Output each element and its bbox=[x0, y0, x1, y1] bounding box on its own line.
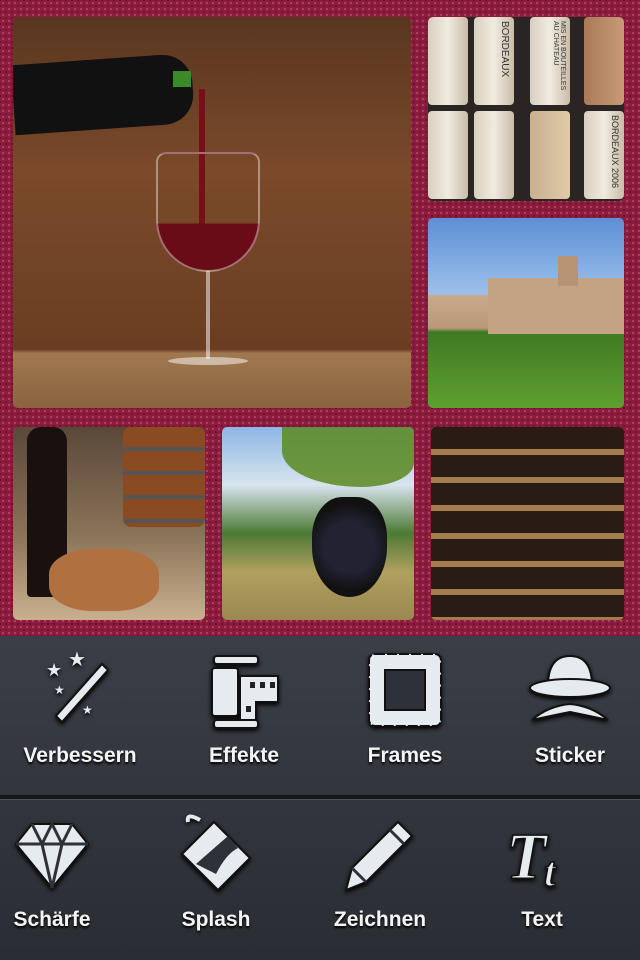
photo-wine-corks[interactable]: BORDEAUX BORDEAUX MIS EN BOUTEILLES AU C… bbox=[428, 17, 624, 201]
chateau-tower bbox=[558, 256, 578, 286]
svg-text:★: ★ bbox=[46, 660, 62, 680]
svg-text:T: T bbox=[506, 820, 549, 893]
schaerfe-button[interactable]: Schärfe bbox=[0, 800, 132, 960]
verbessern-label: Verbessern bbox=[23, 744, 137, 767]
photo-collage: BORDEAUX BORDEAUX MIS EN BOUTEILLES AU C… bbox=[0, 0, 640, 636]
vine-leaves bbox=[282, 427, 414, 487]
photo-wine-pouring[interactable] bbox=[13, 17, 411, 408]
splash-label: Splash bbox=[181, 908, 251, 931]
diamond-icon bbox=[14, 820, 90, 890]
wine-glass bbox=[156, 152, 260, 272]
toolbar-row-2: Schärfe Splash Zeichnen T t Text bbox=[0, 799, 640, 959]
sticker-button[interactable]: Sticker bbox=[490, 636, 640, 796]
frames-label: Frames bbox=[367, 744, 443, 767]
chateau bbox=[488, 278, 624, 334]
svg-text:★: ★ bbox=[82, 703, 93, 717]
text-label: Text bbox=[521, 908, 563, 931]
text-tt-icon: T t bbox=[505, 819, 558, 894]
stamp-frame-icon bbox=[368, 653, 442, 727]
schaerfe-label: Schärfe bbox=[13, 908, 91, 931]
film-roll-icon bbox=[211, 655, 279, 729]
pencil-icon bbox=[344, 820, 414, 892]
zeichnen-button[interactable]: Zeichnen bbox=[300, 800, 460, 960]
photo-wine-cellar[interactable] bbox=[431, 427, 624, 620]
frames-button[interactable]: Frames bbox=[325, 636, 485, 796]
cork-label: BORDEAUX bbox=[474, 17, 514, 105]
barrel bbox=[123, 427, 205, 527]
effekte-label: Effekte bbox=[208, 744, 280, 767]
glass-stem bbox=[206, 271, 210, 359]
cork-label: MIS EN BOUTEILLES AU CHATEAU bbox=[530, 17, 570, 105]
splash-button[interactable]: Splash bbox=[136, 800, 296, 960]
sticker-label: Sticker bbox=[534, 744, 606, 767]
glass-base bbox=[168, 357, 248, 365]
text-button[interactable]: T t Text bbox=[462, 800, 622, 960]
verbessern-button[interactable]: ★ ★ ★ ★ Verbessern bbox=[0, 636, 160, 796]
svg-text:t: t bbox=[544, 850, 557, 894]
bottle-cap bbox=[173, 71, 191, 87]
photo-chateau-vineyard[interactable] bbox=[428, 218, 624, 408]
paint-bucket-icon bbox=[180, 814, 252, 892]
svg-text:★: ★ bbox=[68, 650, 86, 671]
wine-bottle bbox=[13, 52, 196, 136]
tool-bar: ★ ★ ★ ★ Verbessern Effekte Frames Sticker … bbox=[0, 636, 640, 960]
hat-mustache-icon bbox=[529, 654, 611, 721]
photo-grape-vine[interactable] bbox=[222, 427, 414, 620]
toolbar-row-1: ★ ★ ★ ★ Verbessern Effekte Frames Sticker bbox=[0, 636, 640, 796]
cork-label: BORDEAUX 2006 bbox=[584, 111, 624, 199]
effekte-button[interactable]: Effekte bbox=[164, 636, 324, 796]
bread bbox=[49, 549, 159, 611]
magic-wand-icon: ★ ★ ★★ bbox=[46, 650, 110, 724]
photo-wine-bread-grapes[interactable] bbox=[13, 427, 205, 620]
svg-text:★: ★ bbox=[54, 683, 65, 697]
grape-bunch bbox=[312, 497, 387, 597]
zeichnen-label: Zeichnen bbox=[333, 908, 427, 931]
